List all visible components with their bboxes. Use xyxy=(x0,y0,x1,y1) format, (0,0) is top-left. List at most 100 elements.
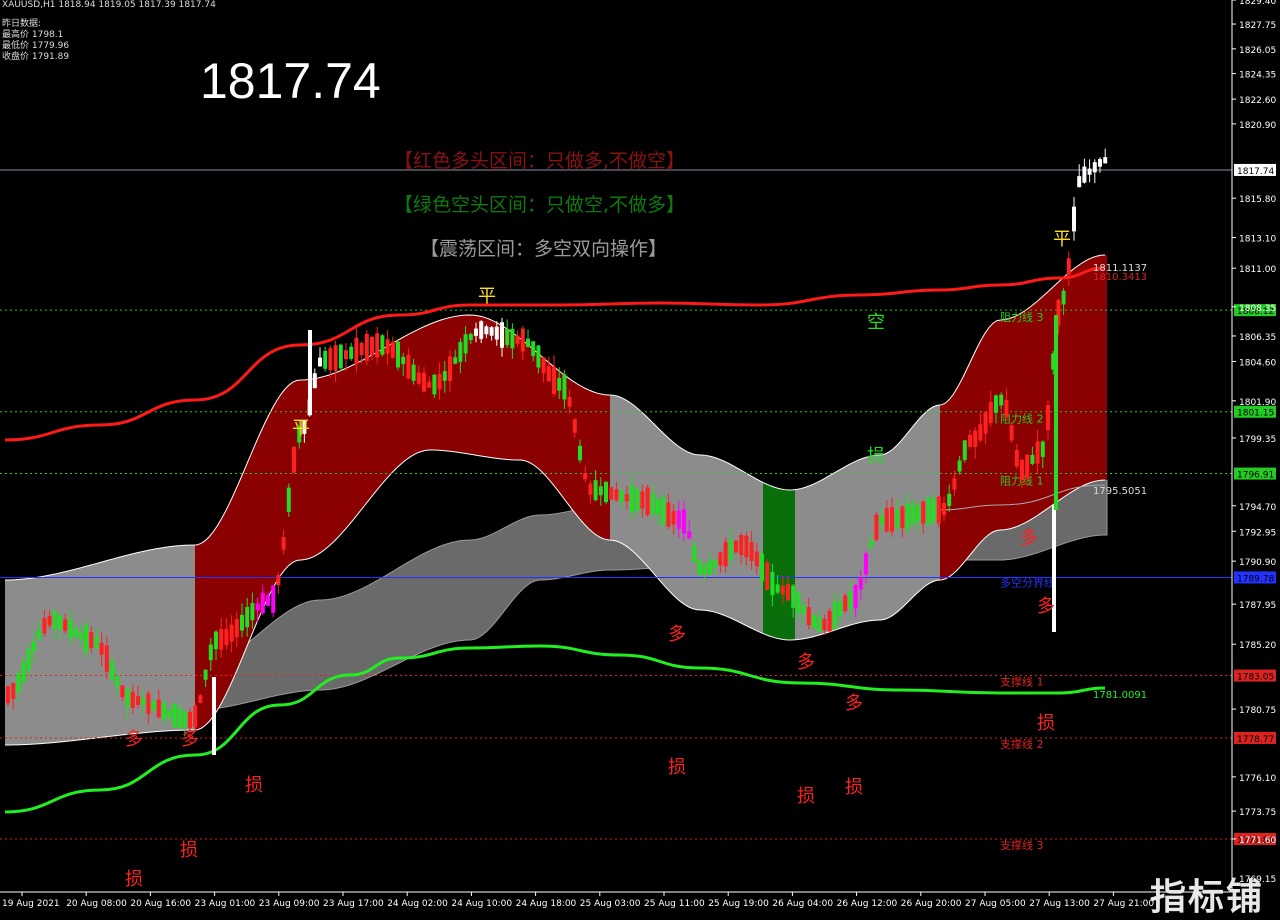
bear-zone xyxy=(763,482,795,640)
trade-signal: 损 xyxy=(180,840,198,861)
candle-body xyxy=(640,491,645,509)
candle-body xyxy=(973,430,978,447)
candle-body xyxy=(1066,258,1071,275)
price-chart[interactable]: 阻力线 3 1808.12阻力线 2 1801.15阻力线 1 1796.91多空分界… xyxy=(0,0,1280,914)
candle-body xyxy=(308,330,312,415)
candle-body xyxy=(947,493,952,506)
chart-header: XAUUSD,H1 1818.94 1819.05 1817.39 1817.7… xyxy=(2,0,216,10)
candle-body xyxy=(791,585,796,608)
candle-body xyxy=(936,496,941,524)
candle-body xyxy=(864,553,868,575)
candle-body xyxy=(1046,405,1050,431)
candle-body xyxy=(723,541,728,567)
candle-body xyxy=(916,505,920,522)
trade-signal: 损 xyxy=(867,446,885,467)
candle-body xyxy=(1030,454,1035,464)
x-tick-label: 19 Aug 2021 xyxy=(2,899,60,909)
candle-body xyxy=(624,494,629,502)
candle-body xyxy=(505,328,510,346)
candle-body xyxy=(796,592,801,614)
candle-body xyxy=(422,372,426,392)
candle-body xyxy=(1035,441,1040,464)
candle-body xyxy=(406,354,411,379)
candle-body xyxy=(104,645,109,672)
candle-body xyxy=(84,625,88,653)
level-label: 多空分界线 xyxy=(1000,575,1055,589)
x-tick-label: 23 Aug 01:00 xyxy=(195,899,256,909)
trade-signal: 平 xyxy=(478,286,496,307)
candle-body xyxy=(676,510,681,529)
candle-body xyxy=(921,501,926,524)
candle-body xyxy=(1014,450,1019,467)
candle-body xyxy=(827,610,832,632)
candle-body xyxy=(812,615,816,628)
candle-body xyxy=(182,710,187,728)
candle-body xyxy=(359,342,364,356)
current-price-display: 1817.74 xyxy=(200,53,381,109)
candle-body xyxy=(1072,206,1076,232)
candle-body xyxy=(11,683,16,699)
candle-body xyxy=(770,571,775,596)
x-tick-label: 27 Aug 21:00 xyxy=(1093,899,1154,909)
candle-body xyxy=(775,584,780,593)
ma-value-label: 1781.0091 xyxy=(1093,690,1147,701)
candle-body xyxy=(1087,168,1092,175)
level-label: 支撑线 3 xyxy=(1000,838,1044,852)
candle-body xyxy=(42,618,47,634)
candle-body xyxy=(520,328,525,352)
trade-signal: 平 xyxy=(292,418,310,439)
candle-body xyxy=(99,642,104,655)
candle-body xyxy=(390,341,395,358)
candle-body xyxy=(541,357,546,374)
candle-body xyxy=(396,341,400,368)
candle-body xyxy=(666,502,671,527)
candle-body xyxy=(515,335,520,344)
candle-body xyxy=(354,337,359,364)
candle-body xyxy=(255,603,260,611)
candle-body xyxy=(801,605,806,614)
candle-body xyxy=(177,707,182,728)
candle-body xyxy=(853,585,858,609)
candle-body xyxy=(458,341,463,362)
candle-body xyxy=(718,552,723,566)
candle-body xyxy=(47,615,52,626)
candle-body xyxy=(6,686,10,704)
x-tick-label: 23 Aug 17:00 xyxy=(323,899,384,909)
candle-body xyxy=(692,545,697,562)
y-tick-label: 1776.10 xyxy=(1239,774,1276,784)
candle-body xyxy=(780,585,785,595)
candle-body xyxy=(848,591,853,609)
candle-body xyxy=(146,693,151,714)
candle-body xyxy=(1004,400,1009,418)
candle-body xyxy=(713,559,718,568)
candle-body xyxy=(869,540,874,547)
candle-body xyxy=(266,595,270,606)
candle-body xyxy=(697,561,702,575)
y-tick-label: 1780.75 xyxy=(1239,706,1276,716)
x-tick-label: 23 Aug 09:00 xyxy=(259,899,320,909)
candle-body xyxy=(734,540,738,553)
candle-body xyxy=(687,531,692,539)
level-label: 阻力线 3 xyxy=(1000,310,1044,324)
candle-body xyxy=(926,497,931,526)
candle-body xyxy=(234,619,239,638)
candle-body xyxy=(645,487,650,515)
candle-body xyxy=(884,508,889,532)
candle-body xyxy=(749,542,754,561)
candle-body xyxy=(526,338,530,347)
y-tick-label: 1804.60 xyxy=(1239,358,1276,368)
candle-body xyxy=(212,677,216,755)
candle-body xyxy=(219,629,224,650)
candle-body xyxy=(1103,157,1108,164)
candle-body xyxy=(843,595,848,611)
trade-signal: 多 xyxy=(125,729,143,750)
ma-value-label: 1795.5051 xyxy=(1093,486,1147,497)
candle-body xyxy=(1098,159,1102,167)
candle-body xyxy=(16,673,21,693)
yesterday-close: 收盘价 1791.89 xyxy=(2,52,70,62)
x-tick-label: 25 Aug 19:00 xyxy=(708,899,769,909)
candle-body xyxy=(728,539,733,560)
candle-body xyxy=(437,373,442,390)
candle-body xyxy=(583,473,588,480)
x-tick-label: 20 Aug 08:00 xyxy=(66,899,127,909)
